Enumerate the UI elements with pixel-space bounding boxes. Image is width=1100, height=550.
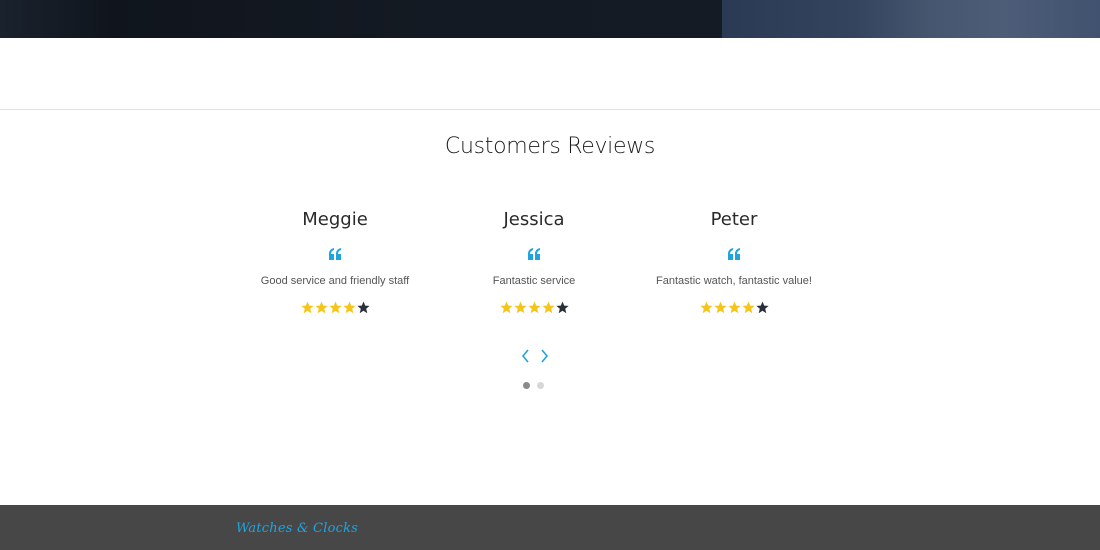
reviewer-name: Meggie — [302, 209, 368, 230]
review-card: Meggie Good service and friendly staff — [235, 207, 435, 315]
quote-icon — [528, 248, 540, 260]
section-divider — [0, 109, 1100, 110]
review-text: Good service and friendly staff — [260, 275, 410, 287]
chevron-right-icon[interactable] — [539, 349, 549, 363]
carousel-nav — [521, 347, 549, 365]
review-card: Jessica Fantastic service — [434, 207, 634, 315]
carousel-dots — [523, 382, 544, 389]
carousel-dot[interactable] — [523, 382, 530, 389]
star-rating — [434, 301, 634, 315]
star-filled-icon — [741, 301, 755, 314]
star-filled-icon — [513, 301, 527, 314]
section-title: Customers Reviews — [444, 134, 656, 159]
quote-icon — [329, 248, 341, 260]
star-empty-icon — [356, 301, 370, 314]
star-filled-icon — [541, 301, 555, 314]
star-empty-icon — [555, 301, 569, 314]
star-filled-icon — [727, 301, 741, 314]
star-filled-icon — [328, 301, 342, 314]
star-filled-icon — [699, 301, 713, 314]
star-filled-icon — [300, 301, 314, 314]
star-filled-icon — [499, 301, 513, 314]
chevron-left-icon[interactable] — [521, 349, 531, 363]
star-empty-icon — [755, 301, 769, 314]
star-rating — [235, 301, 435, 315]
footer-brand-logo[interactable]: Watches & Clocks — [236, 521, 358, 536]
reviewer-name: Peter — [710, 209, 758, 230]
carousel-dot[interactable] — [537, 382, 544, 389]
reviewer-name: Jessica — [503, 209, 565, 230]
review-card: Peter Fantastic watch, fantastic value! — [634, 207, 834, 315]
review-text: Fantastic watch, fantastic value! — [656, 275, 812, 287]
star-filled-icon — [713, 301, 727, 314]
quote-icon — [728, 248, 740, 260]
star-filled-icon — [342, 301, 356, 314]
star-rating — [634, 301, 834, 315]
star-filled-icon — [527, 301, 541, 314]
review-text: Fantastic service — [492, 275, 576, 287]
hero-image — [722, 0, 1100, 38]
hero-banner-strip — [0, 0, 1100, 38]
footer: Watches & Clocks — [0, 505, 1100, 550]
star-filled-icon — [314, 301, 328, 314]
